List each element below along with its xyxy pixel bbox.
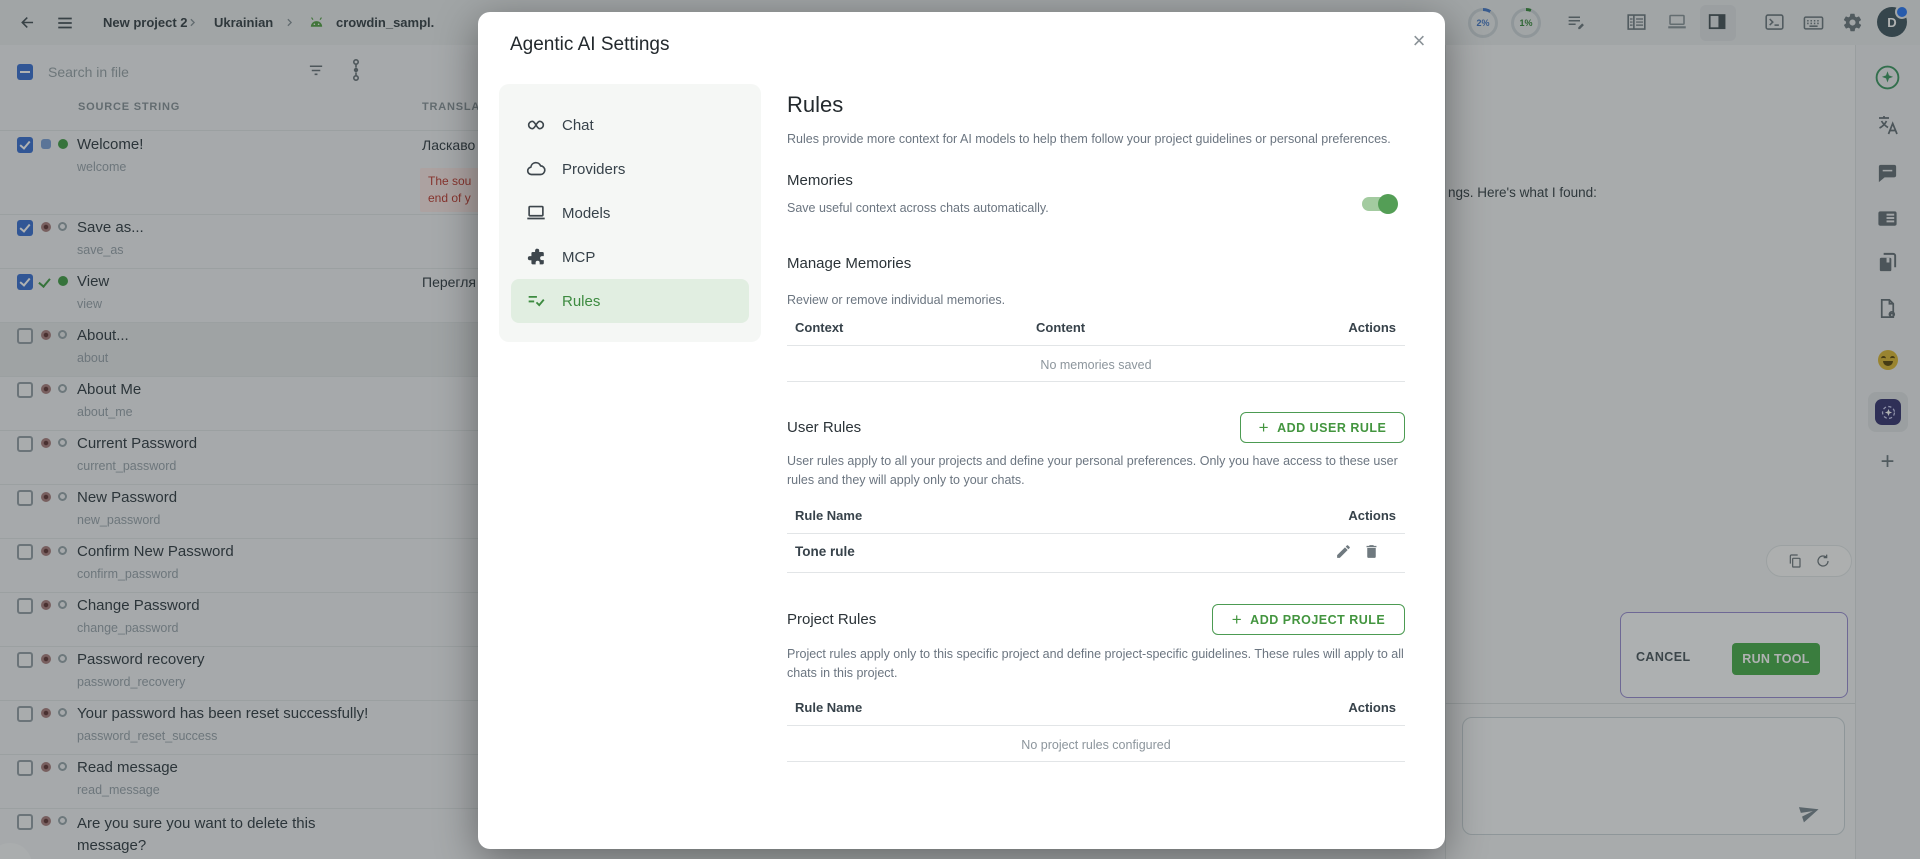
modal-title: Agentic AI Settings <box>510 34 670 56</box>
project-rules-empty-text: No project rules configured <box>787 738 1405 752</box>
project-rules-col-actions: Actions <box>787 700 1396 715</box>
add-user-rule-button[interactable]: + ADD USER RULE <box>1240 412 1405 443</box>
add-user-rule-label: ADD USER RULE <box>1277 421 1386 435</box>
nav-item-mcp[interactable]: MCP <box>511 235 749 279</box>
plus-icon: + <box>1259 419 1269 436</box>
memories-col-actions: Actions <box>787 320 1396 335</box>
cloud-icon <box>525 158 547 180</box>
puzzle-icon <box>525 246 547 268</box>
rule-name: Tone rule <box>795 544 855 559</box>
memories-title: Memories <box>787 172 853 189</box>
divider <box>787 572 1405 573</box>
nav-item-providers[interactable]: Providers <box>511 147 749 191</box>
manage-memories-title: Manage Memories <box>787 255 911 272</box>
manage-memories-description: Review or remove individual memories. <box>787 291 1005 310</box>
project-rules-description: Project rules apply only to this specifi… <box>787 645 1407 683</box>
divider <box>787 381 1405 382</box>
memories-toggle[interactable] <box>1362 192 1418 216</box>
memories-empty-text: No memories saved <box>787 358 1405 372</box>
divider <box>787 761 1405 762</box>
user-rules-col-actions: Actions <box>787 508 1396 523</box>
divider <box>787 725 1405 726</box>
nav-item-chat[interactable]: Chat <box>511 103 749 147</box>
nav-item-label: MCP <box>562 249 595 266</box>
divider <box>787 345 1405 346</box>
agentic-ai-settings-modal: Agentic AI Settings × Chat Providers Mod… <box>478 12 1445 849</box>
delete-rule-icon[interactable] <box>1362 542 1380 560</box>
add-project-rule-button[interactable]: + ADD PROJECT RULE <box>1212 604 1405 635</box>
project-rules-title: Project Rules <box>787 611 876 628</box>
settings-nav: Chat Providers Models MCP Rules <box>499 84 761 342</box>
nav-item-rules[interactable]: Rules <box>511 279 749 323</box>
rules-icon <box>525 290 547 312</box>
nav-item-models[interactable]: Models <box>511 191 749 235</box>
divider <box>787 533 1405 534</box>
rules-description: Rules provide more context for AI models… <box>787 130 1391 149</box>
nav-item-label: Chat <box>562 117 594 134</box>
chat-icon <box>529 121 544 128</box>
nav-item-label: Providers <box>562 161 625 178</box>
user-rules-title: User Rules <box>787 419 861 436</box>
nav-item-label: Models <box>562 205 610 222</box>
nav-item-label: Rules <box>562 293 600 310</box>
memories-description: Save useful context across chats automat… <box>787 199 1049 218</box>
close-icon[interactable]: × <box>1406 28 1432 54</box>
plus-icon: + <box>1232 611 1242 628</box>
user-rules-description: User rules apply to all your projects an… <box>787 452 1407 490</box>
add-project-rule-label: ADD PROJECT RULE <box>1250 613 1385 627</box>
app-root: New project 2 Ukrainian crowdin_sampl. 2… <box>0 0 1920 859</box>
rules-heading: Rules <box>787 92 843 118</box>
edit-rule-icon[interactable] <box>1334 542 1352 560</box>
laptop-icon <box>525 202 547 224</box>
